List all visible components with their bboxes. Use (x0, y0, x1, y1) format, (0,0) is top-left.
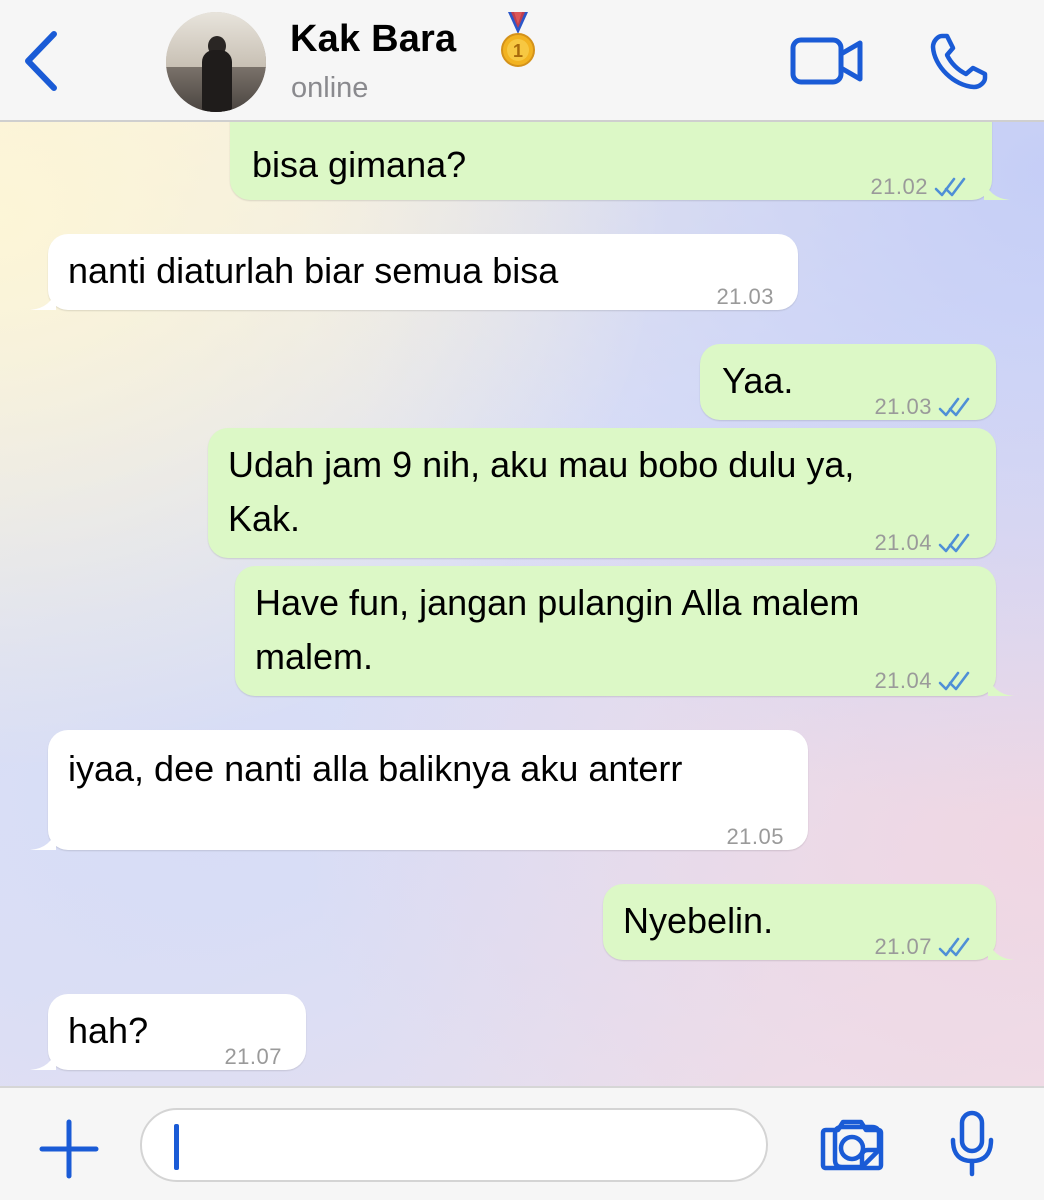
message-time: 21.02 (870, 174, 928, 199)
phone-icon (930, 33, 988, 90)
composer-bar (0, 1086, 1044, 1200)
back-chevron-icon (25, 31, 57, 91)
read-receipt-icon (938, 937, 970, 957)
text-cursor (174, 1124, 179, 1170)
camera-icon (820, 1119, 884, 1171)
message-time: 21.07 (224, 1044, 282, 1069)
plus-icon (39, 1119, 99, 1179)
svg-text:1: 1 (513, 41, 523, 61)
message-text: Yaa. (722, 360, 794, 401)
message-text: hah? (68, 1010, 149, 1051)
message-bubble-outgoing[interactable]: Udah jam 9 nih, aku mau bobo dulu ya, Ka… (208, 428, 996, 558)
back-button[interactable] (18, 26, 68, 96)
chat-area[interactable]: bisa gimana? 21.02 nanti diaturlah biar … (0, 122, 1044, 1086)
message-time: 21.04 (874, 530, 932, 555)
message-text: nanti diaturlah biar semua bisa (68, 250, 559, 291)
message-text: iyaa, dee nanti alla baliknya aku anterr (68, 748, 683, 789)
read-receipt-icon (938, 533, 970, 553)
message-bubble-incoming[interactable]: hah? 21.07 (30, 994, 306, 1070)
message-bubble-outgoing[interactable]: Yaa. 21.03 (700, 344, 996, 420)
camera-button[interactable] (820, 1118, 884, 1172)
read-receipt-icon (938, 397, 970, 417)
read-receipt-icon (934, 177, 966, 197)
contact-name[interactable]: Kak Bara (290, 18, 456, 61)
message-bubble-incoming[interactable]: iyaa, dee nanti alla baliknya aku anterr… (30, 730, 808, 850)
contact-avatar[interactable] (166, 12, 266, 112)
message-time: 21.05 (726, 824, 784, 849)
chat-header: Kak Bara 1 online (0, 0, 1044, 122)
message-input[interactable] (140, 1108, 882, 1182)
message-time: 21.03 (716, 284, 774, 309)
message-time: 21.03 (874, 394, 932, 419)
video-call-button[interactable] (790, 36, 864, 86)
message-time: 21.07 (874, 934, 932, 959)
message-text: Have fun, jangan pulangin Alla malem mal… (255, 582, 860, 677)
contact-status: online (291, 72, 369, 104)
message-bubble-outgoing[interactable]: Nyebelin. 21.07 (603, 884, 1014, 960)
attach-button[interactable] (38, 1118, 100, 1180)
medal-icon: 1 (501, 12, 535, 67)
microphone-icon (950, 1110, 994, 1177)
message-bubble-outgoing[interactable]: Have fun, jangan pulangin Alla malem mal… (235, 566, 1014, 696)
message-bubble-incoming[interactable]: nanti diaturlah biar semua bisa 21.03 (30, 234, 798, 310)
message-text: bisa gimana? (252, 144, 467, 185)
voice-call-button[interactable] (928, 32, 990, 92)
message-text: Udah jam 9 nih, aku mau bobo dulu ya, Ka… (228, 444, 855, 539)
message-text: Nyebelin. (623, 900, 774, 941)
microphone-button[interactable] (948, 1110, 996, 1178)
read-receipt-icon (938, 671, 970, 691)
video-call-icon (790, 37, 863, 85)
message-time: 21.04 (874, 668, 932, 693)
message-bubble-outgoing[interactable]: bisa gimana? 21.02 (230, 122, 1010, 200)
